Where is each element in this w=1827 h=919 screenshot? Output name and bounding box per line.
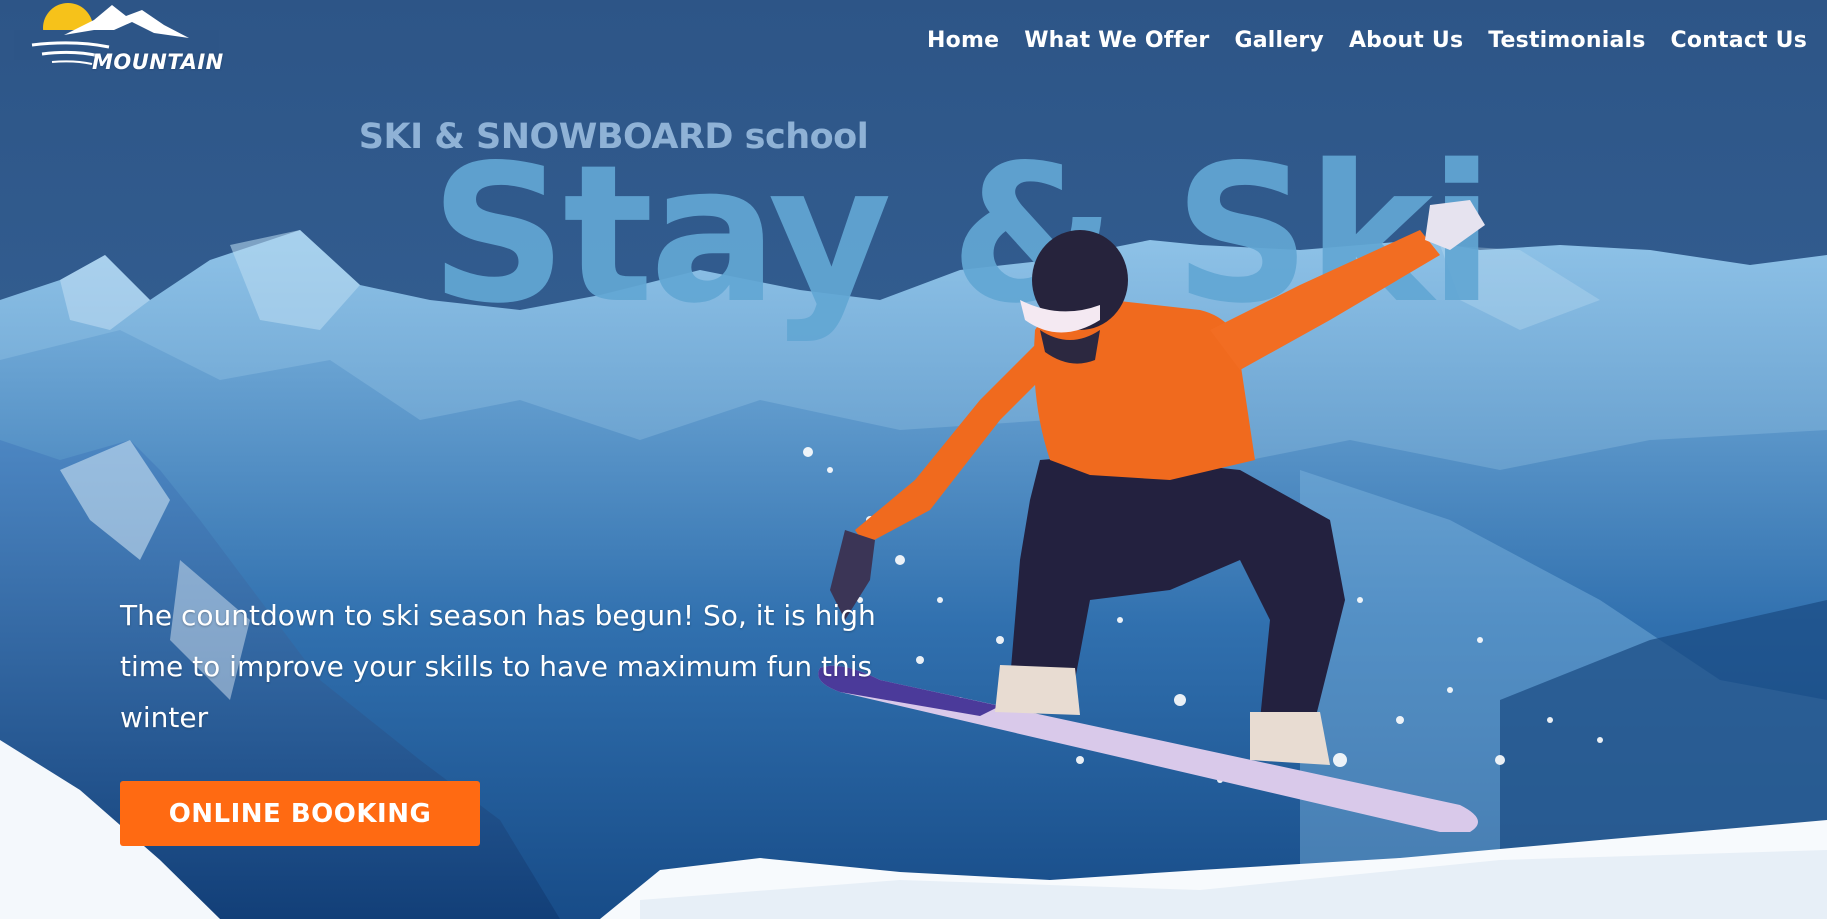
online-booking-button[interactable]: ONLINE BOOKING (120, 781, 480, 846)
nav-home[interactable]: Home (927, 28, 999, 53)
nav-contact-us[interactable]: Contact Us (1671, 28, 1807, 53)
nav-testimonials[interactable]: Testimonials (1488, 28, 1645, 53)
nav-gallery[interactable]: Gallery (1234, 28, 1324, 53)
hero-description: The countdown to ski season has begun! S… (120, 599, 876, 734)
landing-page: MOUNTAIN Home What We Offer Gallery Abou… (0, 0, 1827, 919)
hero-title: Stay & Ski (430, 124, 1494, 345)
nav-what-we-offer[interactable]: What We Offer (1024, 28, 1209, 53)
nav-about-us[interactable]: About Us (1349, 28, 1463, 53)
brand-logo[interactable]: MOUNTAIN (14, 0, 223, 80)
brand-name: MOUNTAIN (92, 50, 224, 74)
main-nav: Home What We Offer Gallery About Us Test… (927, 28, 1807, 53)
